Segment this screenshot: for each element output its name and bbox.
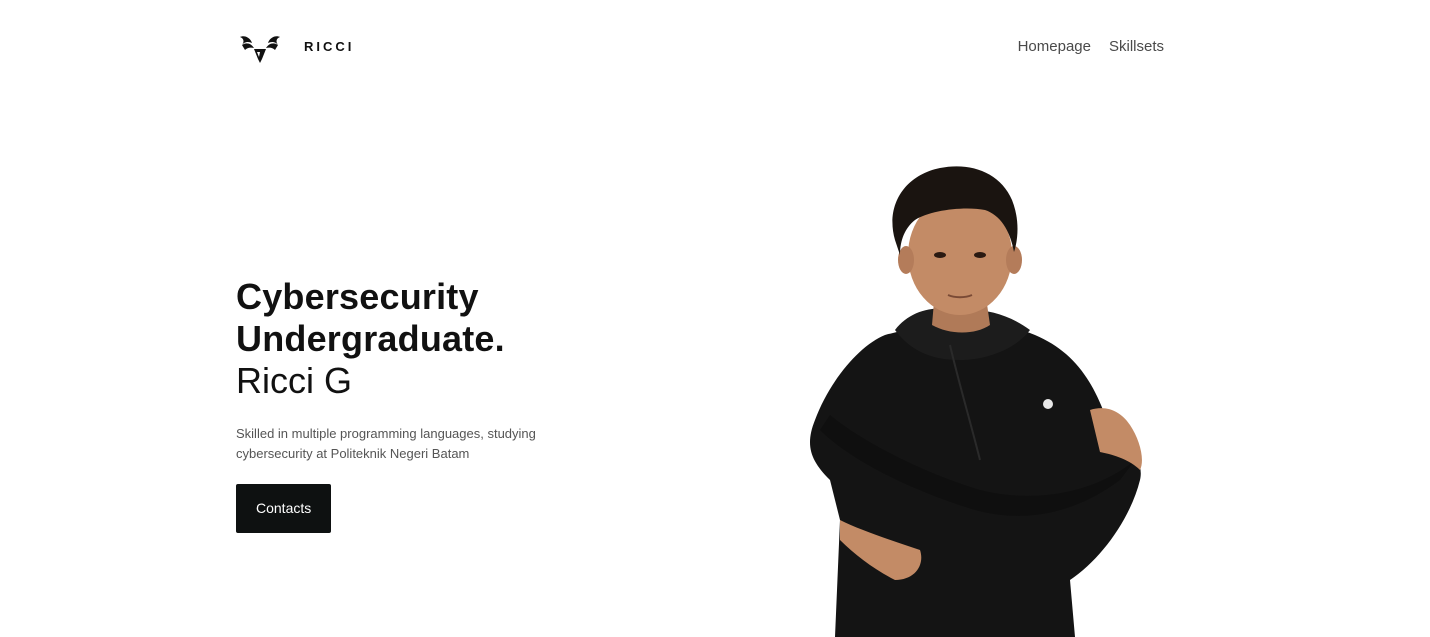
site-header: RICCI Homepage Skillsets	[236, 26, 1164, 66]
profile-photo	[810, 166, 1142, 637]
hero-title-line-2: Undergraduate.	[236, 318, 505, 359]
nav-item-skillsets[interactable]: Skillsets	[1109, 38, 1164, 55]
main-nav: Homepage Skillsets	[1000, 38, 1164, 55]
brand-home-link[interactable]: RICCI	[236, 29, 354, 63]
hero-section: Cybersecurity Undergraduate. Ricci G Ski…	[236, 276, 656, 533]
contacts-button[interactable]: Contacts	[236, 484, 332, 533]
hero-name: Ricci G	[236, 360, 352, 401]
nav-item-homepage[interactable]: Homepage	[1018, 38, 1091, 55]
page: RICCI Homepage Skillsets Cybersecurity U…	[0, 0, 1430, 637]
hero-description: Skilled in multiple programming language…	[236, 426, 536, 461]
brand-name: RICCI	[304, 38, 355, 54]
hero-title-line-1: Cybersecurity	[236, 276, 479, 317]
antler-logo-icon	[240, 36, 280, 63]
